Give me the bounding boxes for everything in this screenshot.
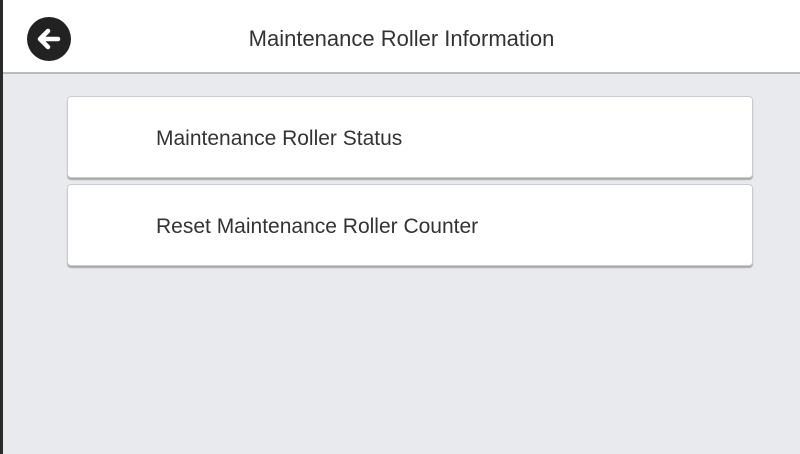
maintenance-roller-status-button[interactable]: Maintenance Roller Status (67, 96, 753, 178)
reset-maintenance-roller-counter-label: Reset Maintenance Roller Counter (156, 215, 479, 238)
back-button[interactable] (27, 17, 71, 61)
page-title: Maintenance Roller Information (248, 26, 555, 51)
back-arrow-icon (37, 28, 61, 50)
maintenance-roller-screen: Maintenance Roller Information Maintenan… (0, 0, 800, 454)
maintenance-roller-status-label: Maintenance Roller Status (156, 127, 403, 150)
menu-list: Maintenance Roller Status Reset Maintena… (67, 96, 753, 272)
header-bar: Maintenance Roller Information (3, 0, 800, 74)
reset-maintenance-roller-counter-button[interactable]: Reset Maintenance Roller Counter (67, 184, 753, 266)
